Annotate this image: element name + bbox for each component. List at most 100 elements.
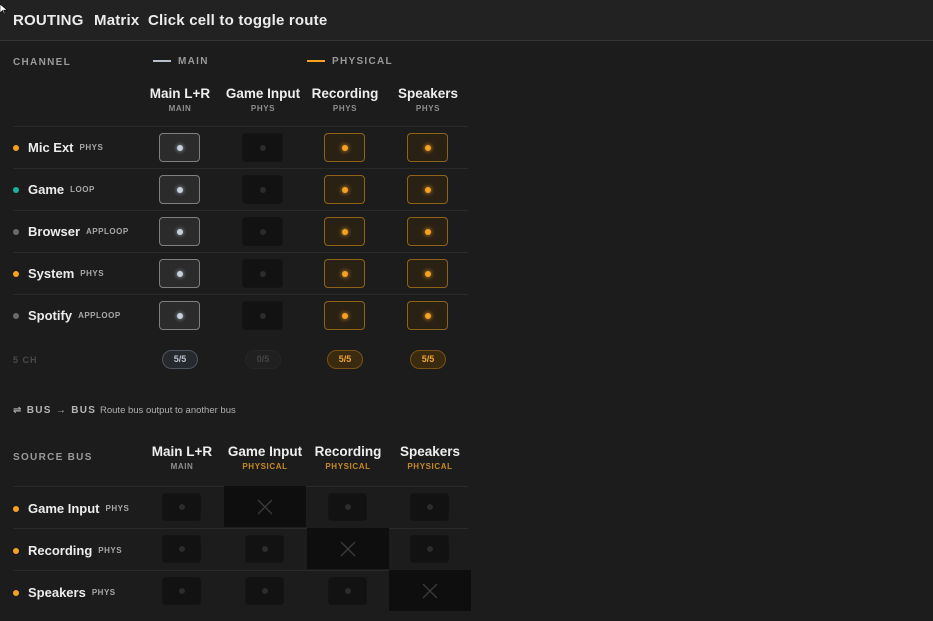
channel-tag: PHYS — [80, 269, 105, 278]
channel-row: Game LOOP — [13, 168, 468, 210]
route-toggle-cell[interactable] — [324, 133, 365, 162]
channel-row-label: Game LOOP — [13, 182, 95, 197]
channel-name: Mic Ext — [28, 140, 74, 155]
bus-type-dot — [13, 589, 19, 596]
route-toggle-cell[interactable] — [407, 301, 448, 330]
column-tag: PHYS — [415, 104, 441, 113]
channel-name: Spotify — [28, 308, 73, 323]
bus-column-name: Speakers — [399, 444, 461, 459]
bus-route-toggle-cell[interactable] — [245, 535, 284, 563]
bus-name: Speakers — [28, 585, 86, 600]
route-indicator-dot — [341, 144, 348, 151]
column-name: Main L+R — [149, 86, 211, 101]
source-bus-label: SOURCE BUS — [13, 452, 93, 463]
bus-column-header-0[interactable]: Main L+R MAIN — [140, 444, 224, 471]
channel-tag: APPLOOP — [86, 227, 129, 236]
route-toggle-cell[interactable] — [242, 175, 283, 204]
column-header-0[interactable]: Main L+R MAIN — [138, 86, 222, 113]
bus-column-tag: MAIN — [170, 462, 194, 471]
column-total-badge: 0/5 — [245, 350, 281, 369]
bus-column-tag: PHYSICAL — [325, 462, 371, 471]
close-icon — [257, 499, 273, 514]
route-indicator-dot — [424, 228, 431, 235]
bus-route-toggle-cell[interactable] — [245, 577, 284, 605]
channel-type-dot — [13, 144, 19, 151]
route-indicator-dot — [178, 546, 185, 552]
route-indicator-dot — [176, 312, 183, 319]
route-toggle-cell[interactable] — [407, 133, 448, 162]
channel-row-label: System PHYS — [13, 266, 104, 281]
route-toggle-cell[interactable] — [159, 259, 200, 288]
column-name: Speakers — [397, 86, 459, 101]
column-tag: PHYS — [250, 104, 276, 113]
view-mode-label[interactable]: Matrix — [94, 12, 139, 29]
route-indicator-dot — [261, 546, 268, 552]
bus-to-bus-title: ⇌ BUS → BUS — [13, 405, 97, 416]
bus-route-toggle-cell[interactable] — [328, 577, 367, 605]
channel-row-label: Mic Ext PHYS — [13, 140, 103, 155]
bus-column-header-2[interactable]: Recording PHYSICAL — [306, 444, 390, 471]
route-toggle-cell[interactable] — [324, 175, 365, 204]
route-toggle-cell[interactable] — [324, 301, 365, 330]
route-toggle-cell[interactable] — [159, 217, 200, 246]
route-indicator-dot — [341, 270, 348, 277]
bus-row-label: Speakers PHYS — [13, 585, 116, 600]
route-toggle-cell[interactable] — [407, 175, 448, 204]
bus-column-header-3[interactable]: Speakers PHYSICAL — [388, 444, 472, 471]
physical-legend-swatch — [307, 60, 325, 62]
bus-row-label: Game Input PHYS — [13, 501, 129, 516]
route-indicator-dot — [176, 228, 183, 235]
bus-name: Game Input — [28, 501, 100, 516]
bus-route-toggle-cell[interactable] — [162, 493, 201, 521]
route-indicator-dot — [259, 312, 266, 319]
bus-column-header-1[interactable]: Game Input PHYSICAL — [223, 444, 307, 471]
bus-route-toggle-cell[interactable] — [410, 493, 449, 521]
column-name: Recording — [311, 86, 379, 101]
column-total-badge: 5/5 — [327, 350, 363, 369]
channel-row: Spotify APPLOOP — [13, 294, 468, 336]
self-route-disabled-cell — [389, 570, 471, 611]
bus-route-toggle-cell[interactable] — [162, 577, 201, 605]
route-toggle-cell[interactable] — [159, 133, 200, 162]
bus-type-dot — [13, 547, 19, 554]
route-indicator-dot — [176, 144, 183, 151]
route-indicator-dot — [344, 504, 351, 510]
route-toggle-cell[interactable] — [159, 301, 200, 330]
channel-row-label: Browser APPLOOP — [13, 224, 129, 239]
route-toggle-cell[interactable] — [407, 217, 448, 246]
route-toggle-cell[interactable] — [159, 175, 200, 204]
route-toggle-cell[interactable] — [242, 133, 283, 162]
channel-tag: APPLOOP — [78, 311, 121, 320]
route-indicator-dot — [424, 186, 431, 193]
channel-tag: LOOP — [70, 185, 95, 194]
route-toggle-cell[interactable] — [324, 259, 365, 288]
route-toggle-cell[interactable] — [407, 259, 448, 288]
channel-tag: PHYS — [79, 143, 104, 152]
bus-column-name: Game Input — [227, 444, 303, 459]
column-header-2[interactable]: Recording PHYS — [303, 86, 387, 113]
route-indicator-dot — [261, 588, 268, 594]
channel-column-label: CHANNEL — [13, 57, 71, 68]
route-toggle-cell[interactable] — [242, 217, 283, 246]
route-toggle-cell[interactable] — [242, 259, 283, 288]
bus-column-name: Recording — [314, 444, 382, 459]
bus-route-toggle-cell[interactable] — [162, 535, 201, 563]
channel-name: Game — [28, 182, 65, 197]
route-indicator-dot — [259, 186, 266, 193]
channel-type-dot — [13, 228, 19, 235]
route-indicator-dot — [344, 588, 351, 594]
bus-route-toggle-cell[interactable] — [410, 535, 449, 563]
channel-type-dot — [13, 270, 19, 277]
column-header-1[interactable]: Game Input PHYS — [221, 86, 305, 113]
route-toggle-cell[interactable] — [324, 217, 365, 246]
bus-column-tag: PHYSICAL — [407, 462, 453, 471]
channel-count: 5 CH — [13, 355, 38, 365]
route-toggle-cell[interactable] — [242, 301, 283, 330]
route-indicator-dot — [259, 228, 266, 235]
bus-route-toggle-cell[interactable] — [328, 493, 367, 521]
mouse-cursor-icon — [0, 4, 8, 14]
channel-row-label: Spotify APPLOOP — [13, 308, 121, 323]
column-header-3[interactable]: Speakers PHYS — [386, 86, 470, 113]
column-total-badge: 5/5 — [410, 350, 446, 369]
route-indicator-dot — [424, 270, 431, 277]
